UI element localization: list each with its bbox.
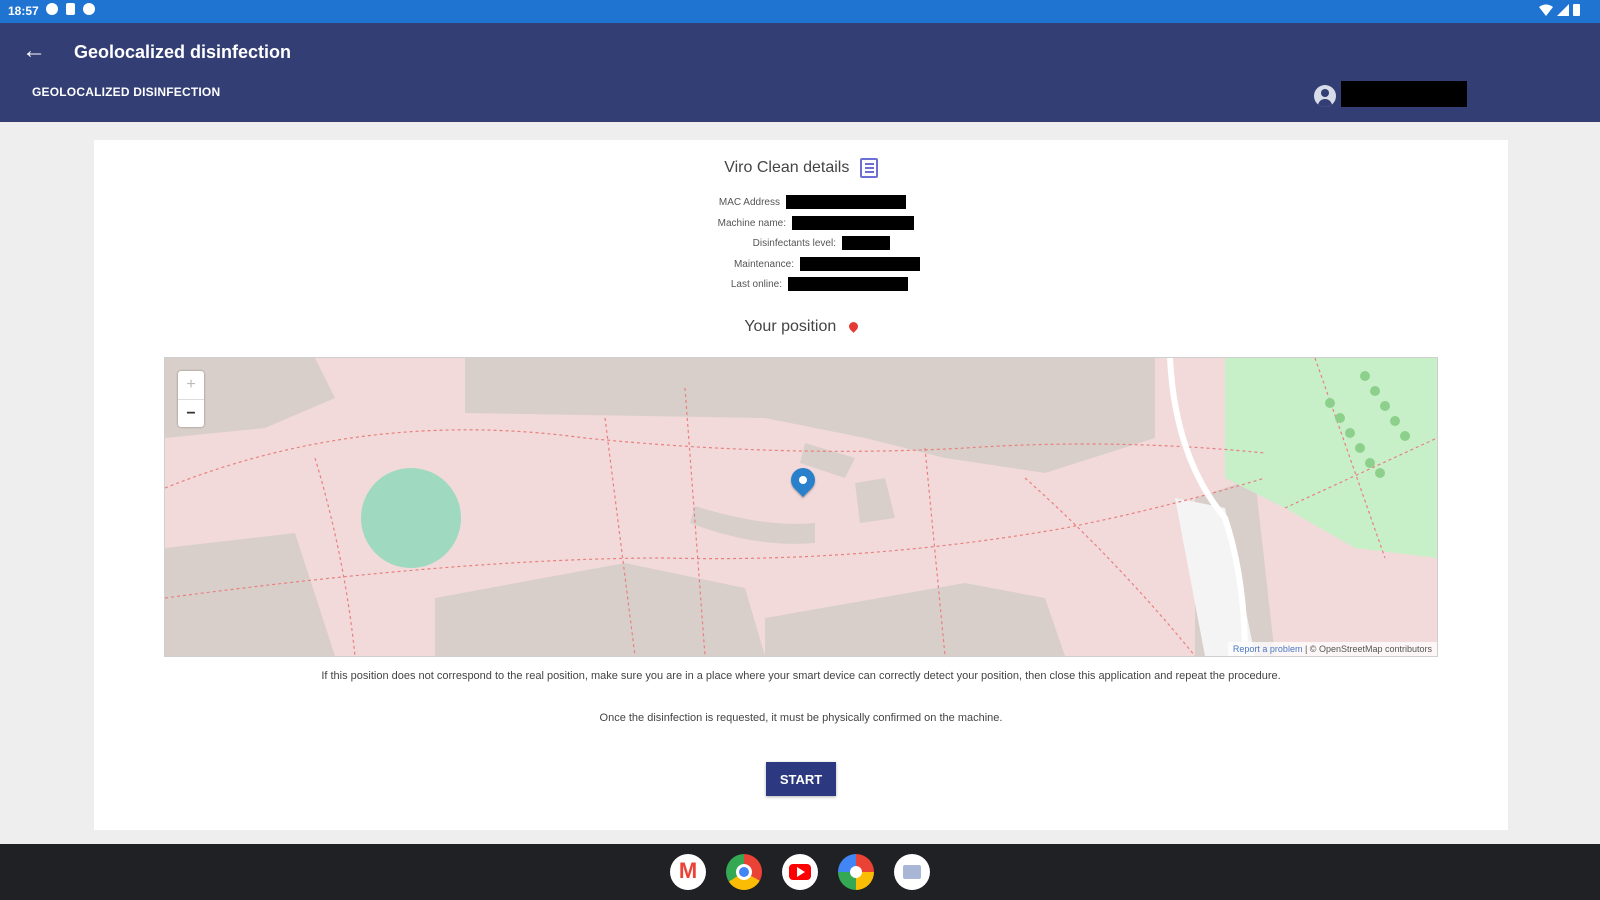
start-button[interactable]: START xyxy=(766,762,836,796)
zoom-control: + − xyxy=(178,371,204,427)
status-bar: 18:57 xyxy=(0,0,1600,23)
status-notification-icons xyxy=(46,3,95,15)
page-subtitle: GEOLOCALIZED DISINFECTION xyxy=(32,85,221,99)
position-map[interactable]: + − Report a problem | © OpenStreetMap c… xyxy=(164,357,1438,657)
notification-icon xyxy=(46,3,58,15)
battery-icon xyxy=(1573,4,1580,16)
info-label: Last online: xyxy=(730,279,782,290)
youtube-icon[interactable] xyxy=(782,854,818,890)
user-name-redacted xyxy=(1341,81,1467,107)
sd-card-icon xyxy=(66,3,75,15)
map-green-area xyxy=(361,468,461,568)
info-value-redacted xyxy=(842,236,890,250)
chrome-icon[interactable] xyxy=(726,854,762,890)
info-label: Machine name: xyxy=(717,218,786,229)
app-dock xyxy=(0,854,1600,890)
list-details-icon[interactable] xyxy=(859,158,878,178)
map-building xyxy=(855,478,895,523)
map-building xyxy=(690,506,815,544)
status-time: 18:57 xyxy=(8,4,39,18)
attribution-text: | © OpenStreetMap contributors xyxy=(1304,644,1432,654)
info-label: MAC Address xyxy=(718,197,780,208)
status-system-icons xyxy=(1539,3,1580,16)
position-title: Your position xyxy=(744,318,837,335)
back-arrow-icon[interactable]: ← xyxy=(22,37,46,65)
report-problem-link[interactable]: Report a problem xyxy=(1233,644,1303,654)
photos-icon[interactable] xyxy=(838,854,874,890)
app-bar: ← Geolocalized disinfection GEOLOCALIZED… xyxy=(0,23,1600,122)
map-tiles xyxy=(165,358,1437,656)
info-value-redacted xyxy=(800,257,920,271)
zoom-out-button[interactable]: − xyxy=(178,400,204,428)
confirmation-notice: Once the disinfection is requested, it m… xyxy=(599,712,1003,724)
page-title: Geolocalized disinfection xyxy=(74,42,292,62)
messages-icon[interactable] xyxy=(894,854,930,890)
details-title: Viro Clean details xyxy=(724,159,850,177)
info-value-redacted xyxy=(786,195,906,209)
notification-icon xyxy=(83,3,95,15)
taskbar xyxy=(0,844,1600,900)
position-heading: Your position xyxy=(94,318,1508,336)
info-value-redacted xyxy=(792,216,914,230)
map-building xyxy=(435,563,765,656)
location-pin-icon xyxy=(846,320,860,334)
wifi-icon xyxy=(1539,4,1553,16)
gmail-icon[interactable] xyxy=(670,854,706,890)
zoom-in-button[interactable]: + xyxy=(178,371,204,400)
signal-icon xyxy=(1557,3,1569,16)
map-attribution: Report a problem | © OpenStreetMap contr… xyxy=(1227,642,1437,656)
info-label: Disinfectants level: xyxy=(752,238,836,249)
details-heading: Viro Clean details xyxy=(94,158,1508,178)
details-card: Viro Clean details MAC Address Machine n… xyxy=(94,140,1508,830)
info-value-redacted xyxy=(788,277,908,291)
position-notice: If this position does not correspond to … xyxy=(321,670,1281,682)
info-label: Maintenance: xyxy=(733,259,794,270)
map-building xyxy=(765,583,1065,656)
user-avatar-icon[interactable] xyxy=(1314,85,1336,107)
